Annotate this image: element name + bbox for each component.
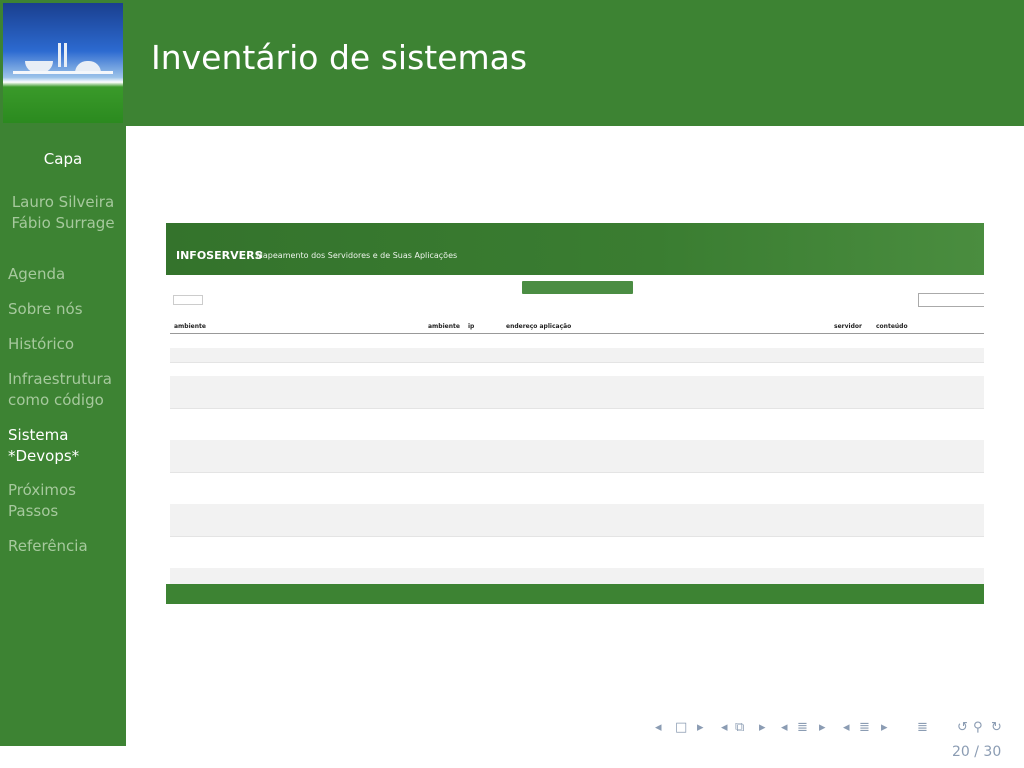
sidebar-item-agenda[interactable]: Agenda (8, 264, 122, 285)
table-row (170, 408, 984, 441)
nav-document-icon[interactable]: ≣ (859, 720, 870, 735)
page-number: 20 / 30 (952, 744, 1002, 760)
table-row (170, 568, 984, 585)
table-row (170, 440, 984, 473)
nav-section-next-icon[interactable]: ▸ (819, 720, 826, 735)
table-row (170, 334, 984, 349)
nav-frame-prev-icon[interactable]: ◂ (655, 720, 662, 735)
nav-subsection-icon[interactable]: ⧉ (735, 720, 744, 735)
nav-search-icon[interactable]: ⚲ (973, 720, 983, 735)
nav-forward-icon[interactable]: ↻ (991, 720, 1002, 735)
sidebar-item-sistema-devops[interactable]: Sistema *Devops* (8, 425, 122, 467)
nav-document-prev-icon[interactable]: ◂ (843, 720, 850, 735)
screenshot-page-size (170, 295, 206, 305)
screenshot-action-button (522, 281, 633, 294)
nav-section-prev-icon[interactable]: ◂ (781, 720, 788, 735)
header-bar: Inventário de sistemas (0, 0, 1024, 126)
sidebar-item-proximos-passos[interactable]: Próximos Passos (8, 480, 122, 522)
column-header: servidor (834, 323, 862, 330)
author-name: Fábio Surrage (11, 214, 115, 232)
table-row (170, 348, 984, 363)
sidebar-item-sobre-nos[interactable]: Sobre nós (8, 299, 122, 320)
sidebar-item-referencia[interactable]: Referência (8, 536, 122, 557)
screenshot-subtitle: Mapeamento dos Servidores e de Suas Apli… (256, 251, 458, 260)
nav-section-icon[interactable]: ≣ (797, 720, 808, 735)
screenshot-footer (166, 584, 984, 604)
author-name: Lauro Silveira (11, 193, 115, 211)
screenshot-header: INFOSERVERS Mapeamento dos Servidores e … (166, 223, 984, 275)
sidebar-authors: Lauro Silveira Fábio Surrage (0, 192, 126, 234)
nav-back-icon[interactable]: ↺ (957, 720, 968, 735)
table-row (170, 536, 984, 569)
column-header: conteúdo (876, 323, 908, 330)
nav-appendix-icon[interactable]: ≣ (917, 720, 928, 735)
nav-subsection-prev-icon[interactable]: ◂ (721, 720, 728, 735)
nav-subsection-next-icon[interactable]: ▸ (759, 720, 766, 735)
sidebar-capa-link[interactable]: Capa (0, 150, 126, 168)
sidebar-item-infraestrutura[interactable]: Infraestrutura como código (8, 369, 122, 411)
navigation-symbols: ◂ □ ▸ ◂ ⧉ ▸ ◂ ≣ ▸ ◂ ≣ ▸ ≣ ↺ ⚲ ↻ (655, 720, 1015, 740)
sidebar-item-historico[interactable]: Histórico (8, 334, 122, 355)
logo-tower-right (64, 43, 67, 67)
column-header: ambiente (174, 323, 206, 330)
nav-document-next-icon[interactable]: ▸ (881, 720, 888, 735)
column-header: ip (468, 323, 475, 330)
infoservers-screenshot: INFOSERVERS Mapeamento dos Servidores e … (166, 223, 984, 604)
table-row (170, 362, 984, 377)
logo-tower-left (58, 43, 61, 67)
nav-frame-icon[interactable]: □ (675, 720, 687, 735)
screenshot-search-input (918, 293, 984, 307)
slide-title: Inventário de sistemas (151, 38, 528, 77)
nav-frame-next-icon[interactable]: ▸ (697, 720, 704, 735)
logo (3, 3, 123, 123)
column-header: ambiente (428, 323, 460, 330)
table-row (170, 504, 984, 537)
sidebar: Capa Lauro Silveira Fábio Surrage Agenda… (0, 126, 126, 746)
screenshot-app-name: INFOSERVERS (176, 249, 263, 262)
table-row (170, 472, 984, 505)
screenshot-table-header: ambiente ambiente ip endereço aplicação … (170, 321, 984, 334)
logo-base (13, 71, 113, 74)
table-row (170, 376, 984, 409)
column-header: endereço aplicação (506, 323, 572, 330)
